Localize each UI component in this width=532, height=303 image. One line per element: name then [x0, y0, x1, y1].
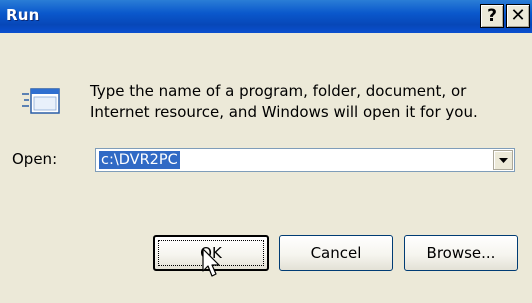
run-dialog: Run ? ✕ Type the name of a program, fold…	[0, 0, 532, 303]
instruction-text: Type the name of a program, folder, docu…	[90, 82, 478, 121]
help-button[interactable]: ?	[480, 4, 504, 28]
window-title: Run	[6, 6, 40, 24]
open-input[interactable]: c:\DVR2PC	[99, 151, 180, 169]
browse-button[interactable]: Browse...	[404, 235, 518, 271]
mouse-pointer-icon	[202, 248, 220, 277]
open-label: Open:	[12, 150, 58, 168]
title-bar[interactable]: Run ? ✕	[0, 0, 532, 33]
close-button[interactable]: ✕	[506, 4, 530, 28]
dropdown-button[interactable]	[493, 150, 513, 170]
cancel-button[interactable]: Cancel	[279, 235, 393, 271]
chevron-down-icon	[499, 158, 508, 163]
run-icon	[22, 88, 60, 114]
open-combobox[interactable]: c:\DVR2PC	[95, 148, 515, 172]
